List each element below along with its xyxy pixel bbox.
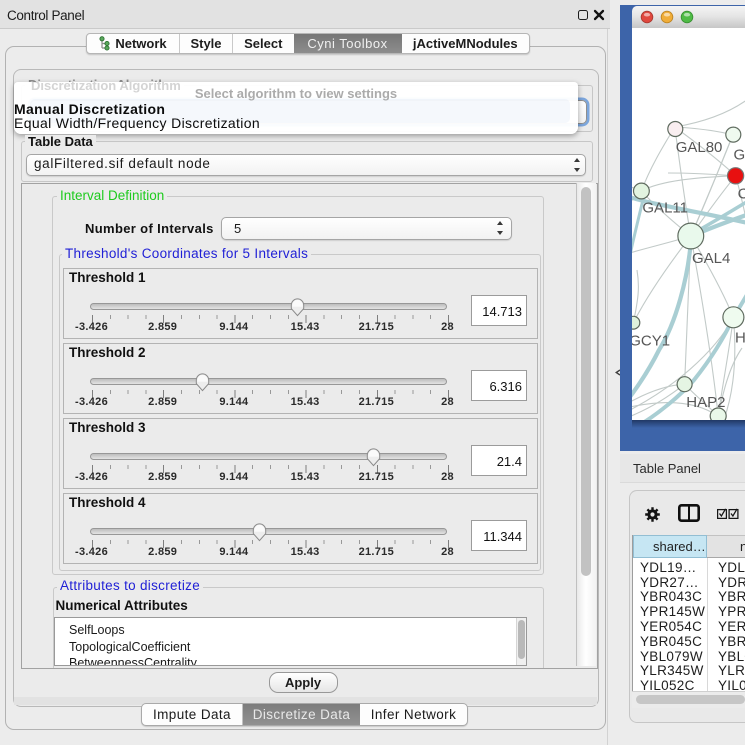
svg-text:GAL11: GAL11 [642,200,688,217]
svg-text:HAP2: HAP2 [686,394,725,411]
svg-text:GAL80: GAL80 [676,139,723,156]
svg-text:GCY1: GCY1 [632,333,670,350]
svg-text:GAL: GAL [734,147,745,164]
svg-text:C: C [738,186,745,203]
svg-text:H: H [735,330,745,347]
svg-text:GAL4: GAL4 [692,250,730,267]
